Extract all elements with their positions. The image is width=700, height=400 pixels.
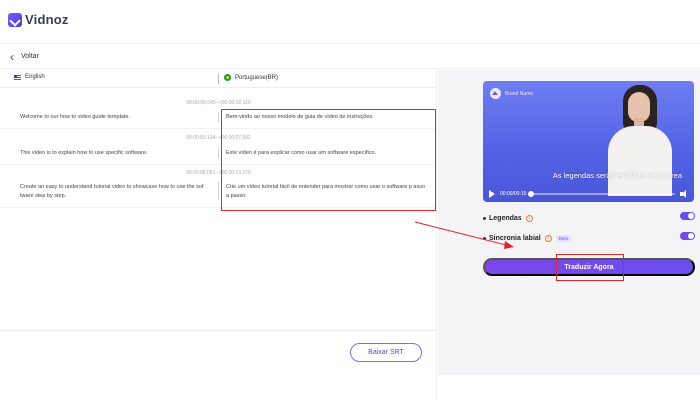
segment-timecode: 00:00:00,645-->00:00:02,110 bbox=[186, 100, 251, 106]
video-controls: 00:00/00:15 bbox=[483, 185, 694, 202]
back-label: Voltar bbox=[21, 53, 39, 60]
lipsync-option: Sincronia labial i Beta bbox=[483, 232, 695, 244]
brazil-flag-icon bbox=[224, 74, 231, 81]
video-caption: As legendas serão exibidas nesta área bbox=[552, 171, 682, 180]
subtitles-toggle[interactable] bbox=[680, 212, 695, 220]
app-brand: Vidnoz bbox=[25, 12, 69, 27]
brand-logo-icon bbox=[490, 88, 501, 99]
app-logo[interactable]: Vidnoz bbox=[8, 12, 69, 27]
button-highlight-box bbox=[556, 254, 624, 281]
source-language-label: English bbox=[25, 74, 45, 80]
top-bar: Vidnoz bbox=[0, 0, 700, 44]
brand-name: Brand Name bbox=[505, 90, 534, 97]
info-icon[interactable]: i bbox=[544, 234, 552, 242]
segment-divider bbox=[218, 112, 219, 122]
play-icon[interactable] bbox=[489, 189, 495, 198]
back-button[interactable]: ‹ Voltar bbox=[0, 45, 700, 69]
video-preview[interactable]: Brand Name As legendas serão exibidas ne… bbox=[483, 81, 694, 202]
lipsync-toggle[interactable] bbox=[680, 232, 695, 240]
bullet-icon bbox=[483, 236, 486, 240]
us-flag-icon bbox=[14, 74, 21, 80]
source-language: English bbox=[14, 74, 45, 80]
target-language: Portuguese(BR) bbox=[224, 74, 278, 81]
chevron-left-icon: ‹ bbox=[10, 49, 14, 64]
segment-source-text[interactable]: This video is to explain how to use spec… bbox=[20, 149, 216, 158]
video-time: 00:00/00:15 bbox=[500, 190, 527, 197]
video-progress-knob[interactable] bbox=[528, 190, 535, 197]
subtitles-label: Legendas bbox=[489, 214, 522, 222]
language-bar: English Portuguese(BR) bbox=[0, 70, 437, 88]
beta-badge: Beta bbox=[555, 234, 572, 242]
translation-highlight-box bbox=[221, 109, 436, 211]
segment-source-text[interactable]: Create an easy to understand tutorial vi… bbox=[20, 183, 216, 201]
video-progress-bar[interactable] bbox=[528, 190, 675, 197]
target-language-label: Portuguese(BR) bbox=[235, 74, 279, 81]
bottom-divider bbox=[0, 330, 437, 331]
volume-icon[interactable] bbox=[680, 189, 688, 198]
bullet-icon bbox=[483, 216, 486, 220]
vidnoz-logo-icon bbox=[8, 12, 22, 27]
lipsync-label: Sincronia labial bbox=[489, 234, 541, 242]
video-brand: Brand Name bbox=[490, 88, 533, 99]
language-divider bbox=[218, 74, 219, 84]
segment-source-text[interactable]: Welcome to our how to video guide templa… bbox=[20, 113, 216, 122]
download-srt-button[interactable]: Baixar SRT bbox=[350, 343, 422, 362]
info-icon[interactable]: i bbox=[525, 214, 533, 222]
subtitles-option: Legendas i bbox=[483, 212, 695, 224]
segment-divider bbox=[218, 148, 219, 158]
segment-divider bbox=[218, 182, 219, 200]
